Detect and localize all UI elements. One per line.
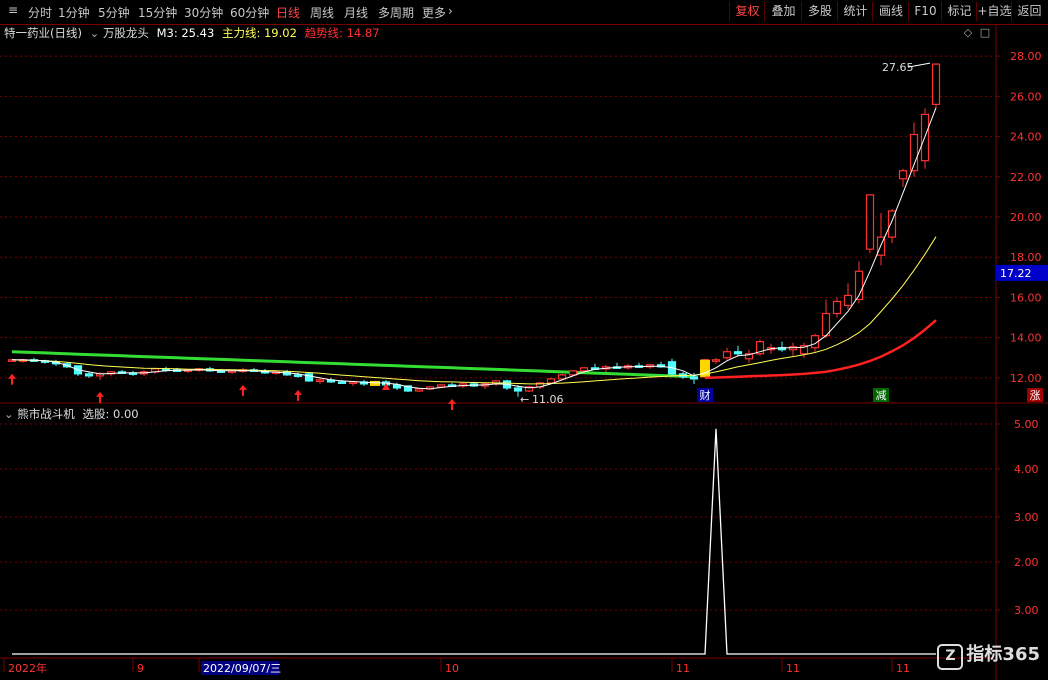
candle bbox=[414, 388, 424, 392]
main-force-line bbox=[11, 236, 937, 385]
candle bbox=[711, 359, 721, 362]
x-tick-label: 2022/09/07/三 bbox=[203, 662, 281, 675]
event-label: 涨 bbox=[1030, 389, 1041, 402]
watermark-text: 指标365 bbox=[966, 644, 1040, 665]
buy-arrow-icon bbox=[448, 398, 456, 410]
x-tick-label: 11 bbox=[896, 662, 910, 675]
y-tick-label: 2.00 bbox=[1014, 556, 1039, 569]
candle bbox=[513, 387, 523, 392]
y-tick-label: 18.00 bbox=[1010, 251, 1042, 264]
candle bbox=[843, 294, 853, 307]
selection-value: 选股: 0.00 bbox=[82, 407, 139, 421]
y-tick-label: 4.00 bbox=[1014, 463, 1039, 476]
y-tick-label: 3.00 bbox=[1014, 604, 1039, 617]
x-tick-label: 11 bbox=[786, 662, 800, 675]
candle bbox=[293, 374, 303, 377]
sub-indicator-name[interactable]: 熊市战斗机 bbox=[17, 407, 75, 421]
collapse-icon[interactable]: ⌄ bbox=[4, 407, 14, 421]
y-tick-label: 16.00 bbox=[1010, 291, 1042, 304]
y-tick-label: 24.00 bbox=[1010, 131, 1042, 144]
candle bbox=[579, 367, 589, 372]
trend-line-value: 趋势线: 14.87 bbox=[304, 26, 380, 40]
x-tick-label: 9 bbox=[137, 662, 144, 675]
x-tick-label: 11 bbox=[676, 662, 690, 675]
y-tick-label: 26.00 bbox=[1010, 90, 1042, 103]
y-tick-label: 28.00 bbox=[1010, 50, 1042, 63]
watermark-logo: Z 指标365 bbox=[937, 640, 1040, 670]
logo-icon: Z bbox=[937, 644, 964, 670]
y-tick-label: 3.00 bbox=[1014, 511, 1039, 524]
diamond-icon: ◇ bbox=[964, 26, 973, 39]
buy-arrow-icon bbox=[8, 373, 16, 385]
candle bbox=[722, 351, 732, 359]
low-arrow-icon: ← bbox=[520, 393, 529, 406]
selection-signal-line bbox=[12, 428, 936, 655]
candle bbox=[315, 379, 325, 382]
x-tick-label: 2022年 bbox=[8, 661, 47, 675]
low-price-label: 11.06 bbox=[532, 393, 564, 406]
y-tick-label: 14.00 bbox=[1010, 332, 1042, 345]
y-tick-label: 22.00 bbox=[1010, 171, 1042, 184]
y-tick-label: 5.00 bbox=[1014, 418, 1039, 431]
m3-line bbox=[12, 107, 937, 390]
indicator-name[interactable]: 万股龙头 bbox=[103, 26, 149, 40]
window-icon: □ bbox=[980, 26, 990, 39]
collapse-icon[interactable]: ⌄ bbox=[90, 26, 100, 40]
candle bbox=[436, 384, 446, 388]
candle bbox=[898, 170, 908, 180]
current-price-label: 17.22 bbox=[1000, 267, 1032, 280]
high-price-label: 27.65 bbox=[882, 61, 914, 74]
main-line-value: 主力线: 19.02 bbox=[221, 26, 297, 40]
candle bbox=[546, 378, 556, 384]
candle bbox=[832, 300, 842, 315]
trend-line bbox=[704, 319, 937, 380]
candle bbox=[733, 351, 743, 355]
event-label: 财 bbox=[700, 388, 711, 402]
buy-arrow-icon bbox=[294, 389, 302, 401]
x-tick-label: 10 bbox=[445, 662, 459, 675]
stock-name[interactable]: 特一药业(日线) bbox=[4, 26, 82, 40]
sub-indicator-header: ⌄ 熊市战斗机 选股: 0.00 bbox=[4, 406, 139, 422]
candle bbox=[568, 370, 578, 376]
kline-chart: 28.00 26.00 24.00 22.00 20.00 18.00 16.00 14.00… bbox=[0, 24, 1048, 680]
candle bbox=[689, 376, 699, 380]
candle bbox=[337, 381, 347, 385]
main-indicator-header: 特一药业(日线) ⌄ 万股龙头 M3: 25.43 主力线: 19.02 趋势线… bbox=[4, 25, 380, 41]
buy-arrow-icon bbox=[96, 391, 104, 403]
candle bbox=[931, 63, 941, 105]
buy-arrow-icon bbox=[239, 384, 247, 396]
candle bbox=[304, 373, 314, 382]
y-tick-label: 12.00 bbox=[1010, 372, 1042, 385]
m3-value: M3: 25.43 bbox=[156, 26, 215, 40]
candle bbox=[865, 194, 875, 250]
candle bbox=[84, 373, 94, 377]
signal-candle bbox=[370, 380, 380, 386]
y-tick-label: 20.00 bbox=[1010, 211, 1042, 224]
candle bbox=[557, 374, 567, 380]
event-label: 减 bbox=[876, 389, 887, 402]
